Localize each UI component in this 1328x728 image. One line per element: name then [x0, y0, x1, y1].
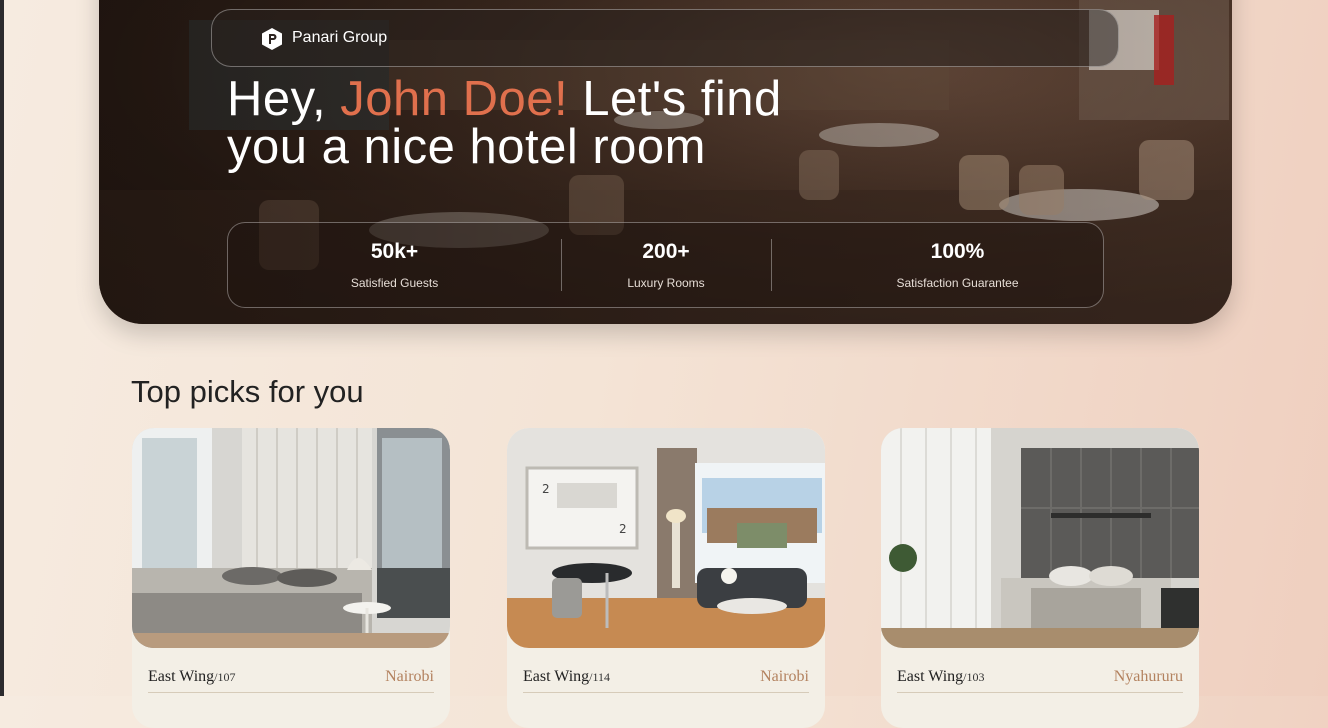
room-city: Nairobi — [760, 668, 809, 685]
hero-banner: Panari Group Hey, John Doe! Let's find yo… — [99, 0, 1232, 324]
room-card[interactable]: East Wing/107 Nairobi — [132, 428, 450, 728]
room-photo[interactable] — [132, 428, 450, 648]
stat-label: Satisfaction Guarantee — [896, 276, 1019, 290]
room-photo[interactable]: 2 2 — [507, 428, 825, 648]
stat-label: Luxury Rooms — [627, 276, 705, 290]
stat-value: 50k+ — [370, 240, 419, 263]
room-number: /107 — [214, 670, 236, 684]
room-number: /103 — [963, 670, 985, 684]
room-city: Nairobi — [385, 668, 434, 685]
room-card[interactable]: East Wing/103 Nyahururu — [881, 428, 1199, 728]
room-name: East Wing/114 — [523, 668, 610, 686]
room-wing: East Wing — [148, 668, 215, 685]
stat-value: 100% — [930, 240, 985, 263]
card-divider — [523, 692, 809, 693]
room-name: East Wing/103 — [897, 668, 985, 686]
headline-line2: you a nice hotel room — [227, 120, 706, 174]
card-divider — [148, 692, 434, 693]
brand-name[interactable]: Panari Group — [292, 29, 387, 47]
hexagon-p-icon[interactable] — [262, 28, 282, 50]
room-wing: East Wing — [897, 668, 964, 685]
section-title: Top picks for you — [131, 374, 364, 409]
headline-greeting: Hey, — [227, 72, 341, 126]
room-card[interactable]: 2 2 East Wing/114 Nairobi — [507, 428, 825, 728]
stat-value: 200+ — [642, 240, 690, 263]
headline-line1-rest: Let's find — [568, 72, 782, 126]
stats-panel: 50k+ Satisfied Guests 200+ Luxury Rooms … — [227, 222, 1104, 308]
svg-text:2: 2 — [619, 522, 627, 536]
hero-headline: Hey, John Doe! Let's find you a nice hote… — [227, 72, 1027, 174]
svg-text:2: 2 — [542, 482, 550, 496]
stat-satisfaction-guarantee: 100% Satisfaction Guarantee — [771, 223, 1144, 307]
room-city: Nyahururu — [1113, 668, 1183, 685]
room-photo[interactable] — [881, 428, 1199, 648]
headline-user-name: John Doe! — [340, 72, 569, 126]
room-wing: East Wing — [523, 668, 590, 685]
room-name: East Wing/107 — [148, 668, 236, 686]
top-navigation-bar: Panari Group — [211, 9, 1119, 67]
stat-label: Satisfied Guests — [350, 276, 439, 290]
stat-luxury-rooms: 200+ Luxury Rooms — [561, 223, 771, 307]
stat-satisfied-guests: 50k+ Satisfied Guests — [228, 223, 561, 307]
card-divider — [897, 692, 1183, 693]
room-number: /114 — [589, 670, 611, 684]
window-edge — [0, 0, 4, 696]
